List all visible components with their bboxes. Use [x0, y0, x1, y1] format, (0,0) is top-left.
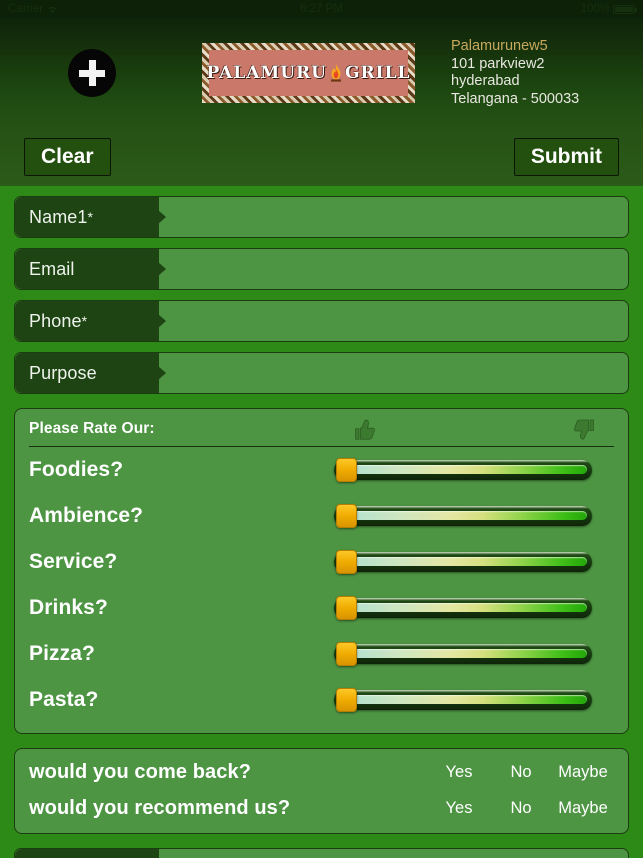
form-body: Name1 * Email Phone * Purpose Please Rate …: [0, 186, 643, 858]
rating-slider-foodies[interactable]: [334, 458, 592, 482]
address-line-2: hyderabad: [451, 73, 520, 89]
submit-button[interactable]: Submit: [513, 137, 619, 177]
slider-thumb[interactable]: [336, 642, 357, 666]
rating-slider-ambience[interactable]: [334, 504, 592, 528]
logo-text-right: GRILL: [344, 63, 411, 83]
status-bar-time: 6:27 PM: [300, 3, 343, 15]
restaurant-address: Palamurunew5 101 parkview2 hyderabad Tel…: [451, 38, 579, 108]
name1-input[interactable]: [167, 197, 628, 237]
required-marker: *: [87, 208, 94, 225]
field-label-name1: Name1 *: [15, 197, 159, 237]
rating-row-drinks: Drinks?: [29, 585, 614, 631]
question-row-recommend: would you recommend us? Yes No Maybe: [29, 790, 614, 826]
rating-row-pasta: Pasta?: [29, 677, 614, 723]
rating-panel: Please Rate Our: Foodies? Ambience? Serv…: [14, 408, 629, 734]
rating-slider-drinks[interactable]: [334, 596, 592, 620]
plus-icon: [79, 60, 105, 86]
address-line-3: Telangana - 500033: [451, 90, 580, 107]
rating-row-service: Service?: [29, 539, 614, 585]
action-toolbar: Clear Submit: [0, 128, 643, 186]
rating-label: Foodies?: [29, 458, 124, 481]
question-text: would you come back?: [29, 760, 252, 783]
slider-fill: [338, 649, 587, 658]
field-label-text: Phone: [29, 310, 82, 331]
field-label-text: Name1: [29, 206, 88, 227]
flame-icon: [329, 63, 343, 83]
rating-row-pizza: Pizza?: [29, 631, 614, 677]
partial-input[interactable]: [167, 849, 628, 858]
email-input[interactable]: [167, 249, 628, 289]
slider-fill: [338, 511, 587, 520]
rating-label: Ambience?: [29, 504, 144, 527]
address-line-1: 101 parkview2: [451, 55, 545, 72]
rating-label: Service?: [29, 550, 118, 573]
come-back-option-yes[interactable]: Yes: [428, 763, 490, 782]
field-email[interactable]: Email: [14, 248, 629, 290]
rating-slider-pizza[interactable]: [334, 642, 592, 666]
thumbs-down-icon: [351, 417, 379, 450]
come-back-option-no[interactable]: No: [490, 763, 552, 782]
rating-slider-pasta[interactable]: [334, 688, 592, 712]
clear-button[interactable]: Clear: [24, 137, 111, 177]
rating-row-foodies: Foodies?: [29, 447, 614, 493]
slider-thumb[interactable]: [336, 596, 357, 620]
rating-label: Pasta?: [29, 688, 99, 711]
question-text: would you recommend us?: [29, 796, 291, 819]
add-button[interactable]: [68, 49, 116, 97]
status-bar-right: 100%: [580, 3, 637, 15]
rating-label: Pizza?: [29, 642, 95, 665]
restaurant-logo: PALAMURU GRILL: [202, 43, 415, 103]
slider-fill: [338, 557, 587, 566]
purpose-input[interactable]: [167, 353, 628, 393]
field-partial[interactable]: [14, 848, 629, 858]
field-purpose[interactable]: Purpose: [14, 352, 629, 394]
phone-input[interactable]: [167, 301, 628, 341]
recommend-option-yes[interactable]: Yes: [428, 799, 490, 818]
field-label-phone: Phone *: [15, 301, 159, 341]
field-name1[interactable]: Name1 *: [14, 196, 629, 238]
slider-fill: [338, 465, 587, 474]
field-label-text: Purpose: [29, 362, 97, 383]
rating-title: Please Rate Our:: [29, 420, 155, 437]
question-row-come-back: would you come back? Yes No Maybe: [29, 754, 614, 790]
logo-text-left: PALAMURU: [206, 63, 327, 83]
battery-full-icon: [613, 4, 637, 14]
rating-header: Please Rate Our:: [29, 417, 614, 447]
slider-thumb[interactable]: [336, 550, 357, 574]
slider-thumb[interactable]: [336, 688, 357, 712]
status-bar: Carrier 6:27 PM 100%: [0, 0, 643, 18]
battery-percent-label: 100%: [580, 3, 610, 15]
slider-thumb[interactable]: [336, 504, 357, 528]
logo-inner: PALAMURU GRILL: [206, 50, 411, 96]
rating-row-ambience: Ambience?: [29, 493, 614, 539]
slider-fill: [338, 695, 587, 704]
field-label-email: Email: [15, 249, 159, 289]
required-marker: *: [81, 312, 88, 329]
thumbs-up-icon: [570, 417, 598, 450]
rating-slider-service[interactable]: [334, 550, 592, 574]
field-label-partial: [15, 849, 159, 858]
recommend-option-maybe[interactable]: Maybe: [552, 799, 614, 818]
rating-label: Drinks?: [29, 596, 108, 619]
slider-thumb[interactable]: [336, 458, 357, 482]
questions-panel: would you come back? Yes No Maybe would …: [14, 748, 629, 834]
field-phone[interactable]: Phone *: [14, 300, 629, 342]
field-label-text: Email: [29, 258, 75, 279]
come-back-option-maybe[interactable]: Maybe: [552, 763, 614, 782]
slider-fill: [338, 603, 587, 612]
field-label-purpose: Purpose: [15, 353, 159, 393]
recommend-option-no[interactable]: No: [490, 799, 552, 818]
app-header: PALAMURU GRILL Palamurunew5 101 parkview…: [0, 18, 643, 128]
restaurant-name: Palamurunew5: [451, 38, 548, 54]
